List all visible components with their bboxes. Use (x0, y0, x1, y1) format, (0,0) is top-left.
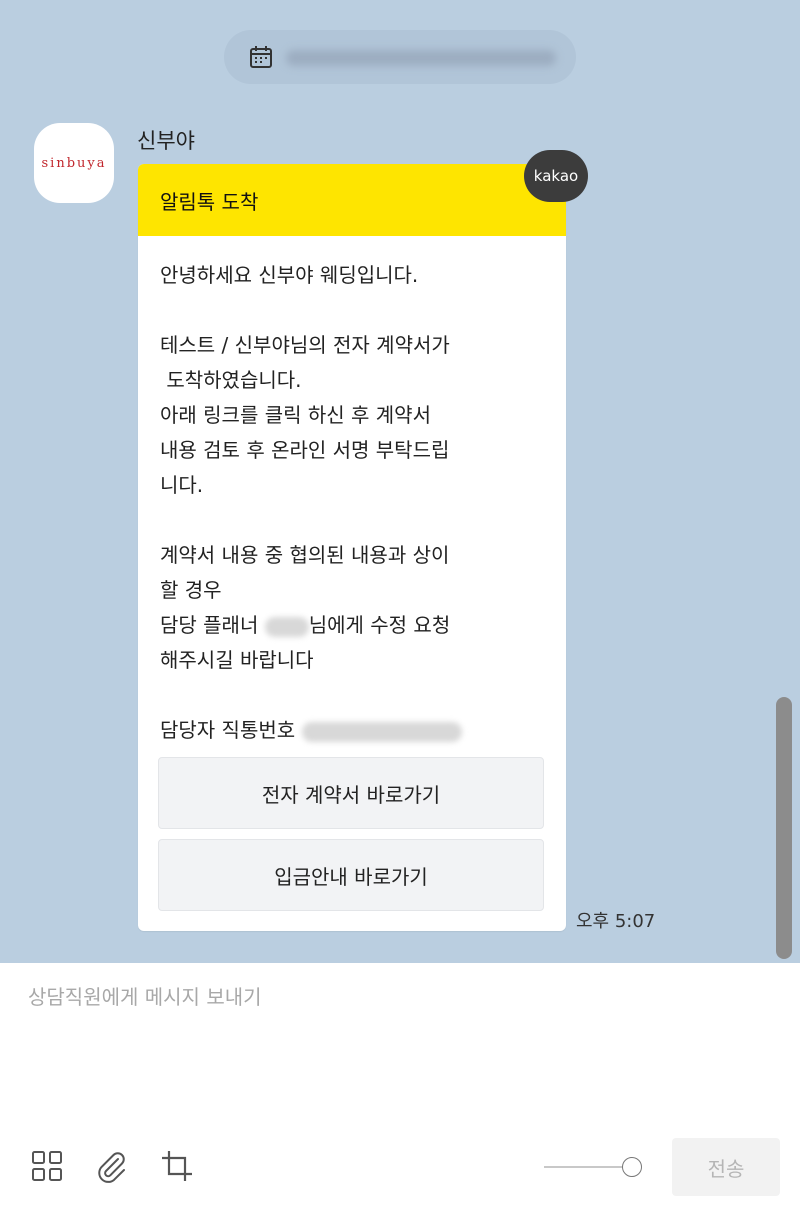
kakao-badge: kakao (524, 150, 588, 202)
message-text: 님에게 수정 요청 (308, 613, 451, 637)
redacted-name (264, 616, 309, 637)
avatar[interactable]: sinbuya (34, 123, 114, 203)
message-line: 안녕하세요 신부야 웨딩입니다. (160, 263, 419, 287)
message-line: 내용 검토 후 온라인 서명 부탁드립 (160, 438, 450, 462)
composer: 전송 (0, 963, 800, 1213)
send-button[interactable]: 전송 (672, 1138, 780, 1196)
message-line: 담당자 직통번호 (160, 713, 544, 748)
slider-track[interactable] (544, 1166, 624, 1168)
redacted-date (286, 50, 556, 66)
scrollbar-thumb[interactable] (776, 697, 792, 959)
message-line: 해주시길 바랍니다 (160, 648, 314, 672)
card-header: 알림톡 도착 (138, 164, 566, 236)
message-line: 도착하였습니다. (160, 368, 302, 392)
paperclip-icon[interactable] (94, 1149, 128, 1183)
message-card: 알림톡 도착 안녕하세요 신부야 웨딩입니다. 테스트 / 신부야님의 전자 계… (138, 164, 566, 931)
message-line: 담당 플래너 님에게 수정 요청 (160, 608, 544, 643)
message-line: 테스트 / 신부야님의 전자 계약서가 (160, 333, 450, 357)
sender-name: 신부야 (137, 129, 195, 153)
deposit-info-button[interactable]: 입금안내 바로가기 (158, 839, 544, 911)
message-text: 담당 플래너 (160, 613, 265, 637)
chat-area: sinbuya 신부야 알림톡 도착 안녕하세요 신부야 웨딩입니다. 테스트 … (0, 0, 800, 963)
message-text: 담당자 직통번호 (160, 718, 302, 742)
slider-thumb[interactable] (622, 1157, 642, 1177)
message-body: 안녕하세요 신부야 웨딩입니다. 테스트 / 신부야님의 전자 계약서가 도착하… (138, 236, 566, 748)
message-time: 오후 5:07 (576, 911, 656, 932)
calendar-icon (250, 46, 272, 68)
message-line: 아래 링크를 클릭 하신 후 계약서 (160, 403, 431, 427)
message-line: 할 경우 (160, 578, 222, 602)
brand-logo: sinbuya (41, 155, 107, 171)
grid-icon[interactable] (30, 1149, 64, 1183)
crop-icon[interactable] (160, 1149, 194, 1183)
redacted-phone (301, 721, 462, 742)
date-divider (224, 30, 576, 84)
message-line: 계약서 내용 중 협의된 내용과 상이 (160, 543, 450, 567)
contract-link-button[interactable]: 전자 계약서 바로가기 (158, 757, 544, 829)
message-line: 니다. (160, 473, 204, 497)
message-input[interactable] (28, 981, 768, 1091)
